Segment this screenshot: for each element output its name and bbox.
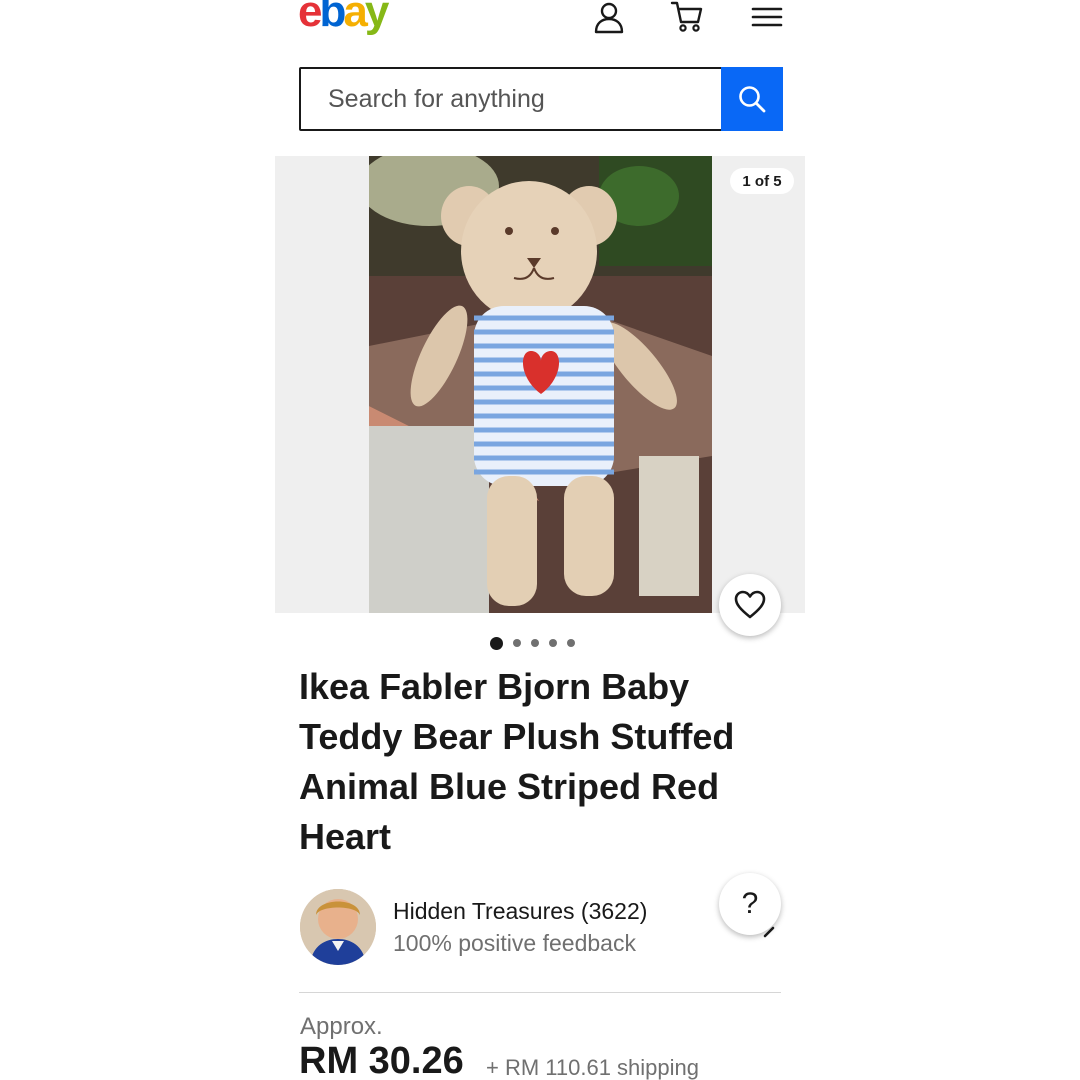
pagination-dot[interactable] — [531, 639, 539, 647]
image-counter: 1 of 5 — [730, 168, 794, 194]
price-amount: RM 30.26 — [299, 1040, 464, 1080]
search-button[interactable] — [721, 67, 783, 131]
seller-avatar[interactable] — [300, 889, 376, 965]
header: ebay — [298, 0, 784, 40]
logo-letter-b: b — [319, 0, 346, 36]
seller-name[interactable]: Hidden Treasures (3622) — [393, 898, 647, 925]
search-icon — [739, 86, 766, 113]
watch-button[interactable] — [719, 574, 781, 636]
gallery-pagination — [490, 636, 594, 650]
seller-feedback: 100% positive feedback — [393, 930, 636, 956]
ebay-logo[interactable]: ebay — [298, 0, 390, 38]
pagination-dot[interactable] — [490, 636, 503, 650]
shipping-cost: + RM 110.61 shipping — [486, 1055, 700, 1080]
search-bar — [299, 67, 783, 131]
chevron-right-icon[interactable] — [761, 922, 779, 940]
account-icon[interactable] — [592, 0, 626, 34]
pagination-dot[interactable] — [567, 639, 575, 647]
menu-icon[interactable] — [750, 0, 784, 34]
price-approx-label: Approx. — [300, 1013, 383, 1040]
logo-letter-a: a — [343, 0, 368, 36]
divider — [299, 992, 781, 993]
cart-icon[interactable] — [670, 0, 704, 34]
pagination-dot[interactable] — [549, 639, 557, 647]
pagination-dot[interactable] — [513, 639, 521, 647]
listing-page: ebay Search for anything 1 of 5 Ikea Fab… — [0, 0, 1080, 1080]
listing-title: Ikea Fabler Bjorn Baby Teddy Bear Plush … — [299, 666, 735, 857]
image-gallery[interactable]: 1 of 5 — [275, 156, 805, 613]
logo-letter-y: y — [364, 0, 390, 36]
logo-letter-e: e — [298, 0, 323, 36]
search-input[interactable] — [301, 69, 721, 129]
question-icon: ? — [741, 887, 759, 920]
heart-icon — [734, 590, 766, 619]
product-photo[interactable] — [369, 156, 712, 613]
